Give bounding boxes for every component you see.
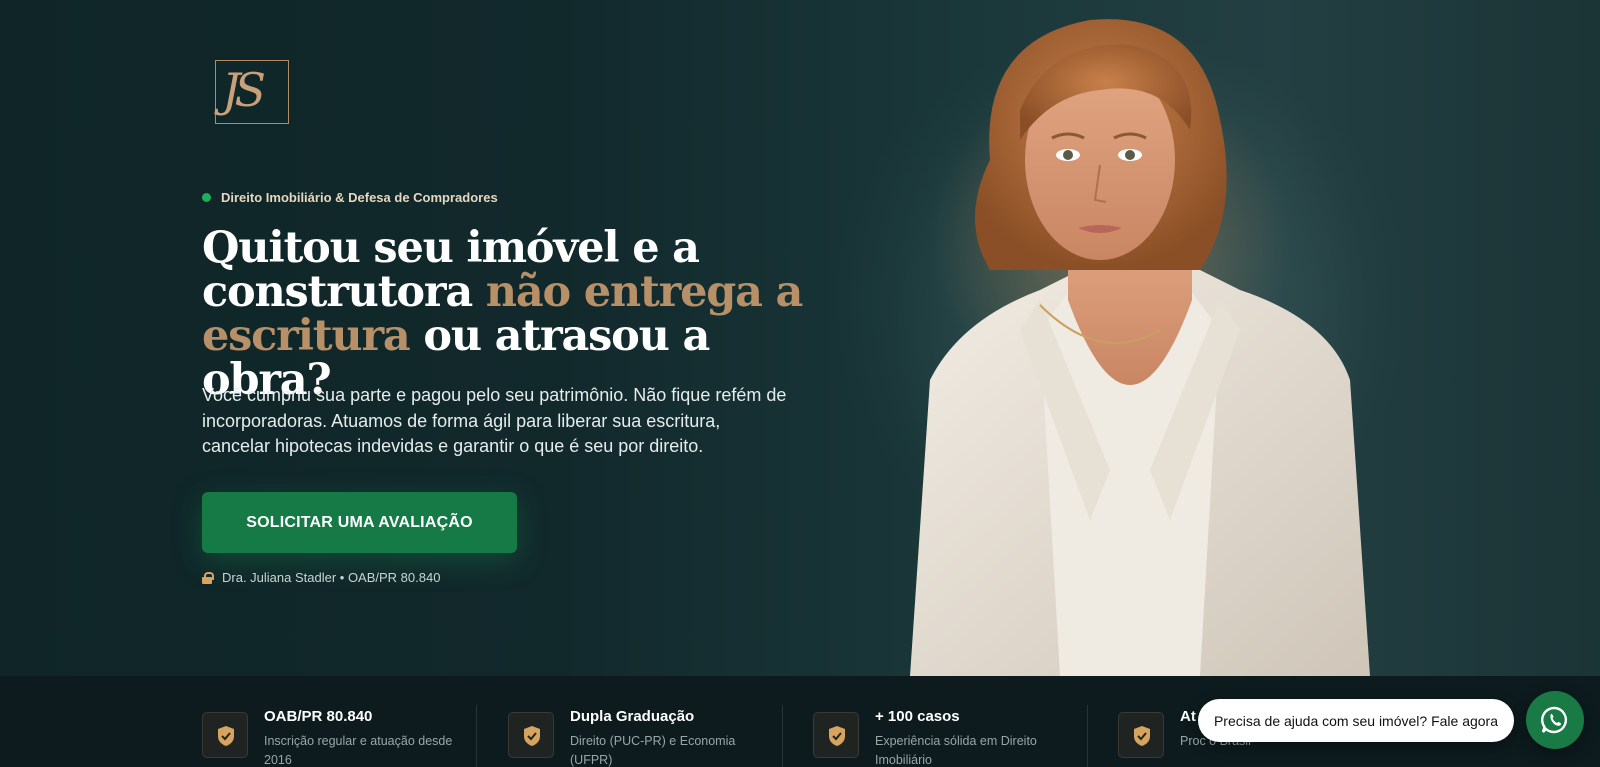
shield-check-icon xyxy=(508,712,554,758)
stat-description: Experiência sólida em Direito Imobiliári… xyxy=(875,734,1037,767)
lawyer-credential: Dra. Juliana Stadler • OAB/PR 80.840 xyxy=(202,570,440,585)
request-evaluation-button[interactable]: SOLICITAR UMA AVALIAÇÃO xyxy=(202,492,517,553)
whatsapp-chat-prompt[interactable]: Precisa de ajuda com seu imóvel? Fale ag… xyxy=(1198,699,1514,742)
headline-accent-1: não entrega a xyxy=(485,267,804,317)
practice-area-tag: Direito Imobiliário & Defesa de Comprado… xyxy=(202,190,498,205)
shield-check-icon xyxy=(1118,712,1164,758)
whatsapp-icon xyxy=(1541,706,1568,734)
stat-divider xyxy=(782,705,783,767)
whatsapp-button[interactable] xyxy=(1526,691,1584,749)
hero-section: JS Direito Imobiliário & Defesa de Compr… xyxy=(0,0,1600,676)
stat-description: Direito (PUC-PR) e Economia (UFPR) xyxy=(570,734,736,767)
headline-line-2: construtora xyxy=(202,267,486,317)
logo-text: JS xyxy=(222,63,266,117)
lock-icon xyxy=(202,571,214,584)
stat-title: Dupla Graduação xyxy=(570,708,695,725)
stat-title: OAB/PR 80.840 xyxy=(264,708,373,725)
hero-lead-paragraph: Você cumpriu sua parte e pagou pelo seu … xyxy=(202,385,787,456)
status-dot-icon xyxy=(202,193,211,202)
shield-check-icon xyxy=(813,712,859,758)
shield-check-icon xyxy=(202,712,248,758)
stat-description: Inscrição regular e atuação desde 2016 xyxy=(264,734,453,767)
logo-monogram[interactable]: JS xyxy=(215,60,289,124)
lawyer-portrait xyxy=(910,19,1370,676)
headline-line-1: Quitou seu imóvel e a xyxy=(202,223,700,273)
stat-title: + 100 casos xyxy=(875,708,960,725)
stat-divider xyxy=(1087,705,1088,767)
practice-area-label: Direito Imobiliário & Defesa de Comprado… xyxy=(221,190,498,205)
credential-text: Dra. Juliana Stadler • OAB/PR 80.840 xyxy=(222,570,441,585)
hero-headline: Quitou seu imóvel e a construtora não en… xyxy=(202,226,822,402)
stat-divider xyxy=(476,705,477,767)
stat-title: At xyxy=(1180,708,1196,725)
headline-accent-2: escritura xyxy=(202,311,411,361)
